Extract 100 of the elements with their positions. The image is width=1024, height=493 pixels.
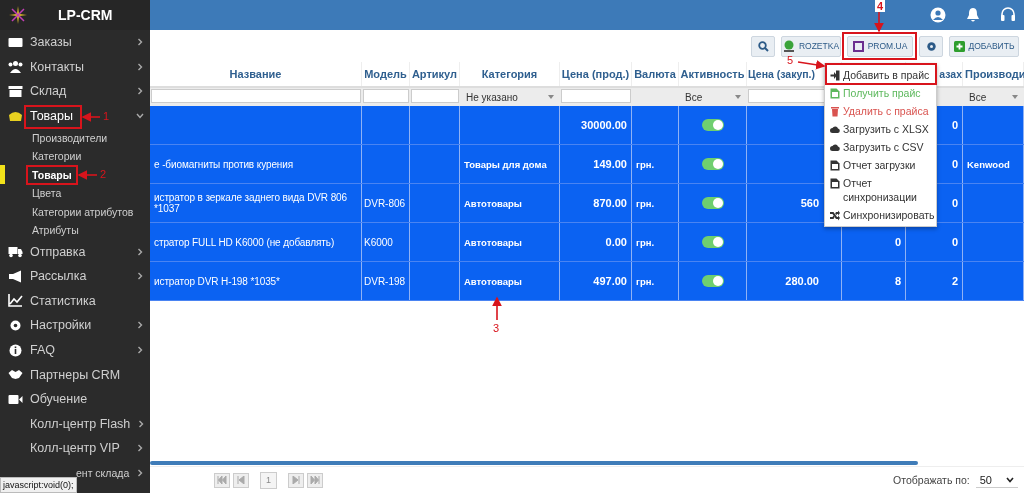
- filter-select[interactable]: Не указано: [461, 89, 559, 105]
- page-size-select[interactable]: 50: [975, 472, 1018, 488]
- submenu-item[interactable]: Категории: [0, 146, 84, 166]
- step-back-icon: [237, 476, 245, 484]
- skip-forward-icon: [310, 476, 320, 484]
- skip-back-icon: [217, 476, 227, 484]
- filter-input[interactable]: [363, 89, 409, 103]
- brand-name: LP-CRM: [58, 7, 113, 23]
- submenu-item[interactable]: Товары: [0, 165, 74, 184]
- ball-logo-icon: [782, 40, 795, 52]
- sidebar-item[interactable]: Обучение: [30, 392, 88, 407]
- table-cell: 870.00: [593, 197, 627, 209]
- archive-box-icon: [8, 85, 23, 98]
- toggle-switch[interactable]: [701, 197, 724, 209]
- submenu-item[interactable]: Цвета: [0, 183, 64, 203]
- sidebar-item[interactable]: Статистика: [30, 293, 96, 308]
- table-cell: грн.: [636, 158, 655, 170]
- menu-item[interactable]: Добавить в прайс: [825, 66, 936, 84]
- square-logo-icon: [852, 40, 864, 52]
- table-cell: DVR-198: [364, 275, 406, 287]
- search-button[interactable]: [751, 35, 775, 57]
- arrow: [492, 296, 502, 321]
- settings-icon: [8, 318, 23, 332]
- menu-item[interactable]: Загрузить с XLSX: [825, 120, 936, 138]
- table-row[interactable]: стратор FULL HD K6000 (не добавлять) K6000 Автотовары 0.00 грн. 0 0: [150, 223, 1024, 262]
- column-header[interactable]: Модель: [364, 68, 407, 80]
- column-header[interactable]: Название: [229, 68, 282, 80]
- sidebar-item[interactable]: Партнеры CRM: [30, 367, 121, 382]
- annotation-number: 1: [103, 110, 110, 122]
- bell-icon[interactable]: [966, 7, 980, 23]
- annotation-number: 4: [875, 0, 886, 12]
- next-page-button[interactable]: [288, 472, 304, 488]
- table-cell: 30000.00: [581, 119, 627, 131]
- column-header[interactable]: Цена (закуп.): [748, 68, 815, 80]
- banknote-icon: [8, 35, 23, 49]
- status-tooltip: javascript:void(0);: [0, 477, 77, 493]
- filter-input[interactable]: [411, 89, 459, 103]
- table-cell: 0: [951, 119, 958, 131]
- table-cell: K6000: [364, 236, 393, 248]
- horizontal-scrollbar[interactable]: [150, 461, 918, 465]
- sidebar-item[interactable]: Заказы: [30, 35, 72, 50]
- last-page-button[interactable]: [307, 472, 323, 488]
- table-row[interactable]: истратор DVR H-198 *1035* DVR-198 Автотовары 497.00 грн. 280.00 8 2: [150, 262, 1024, 301]
- toggle-switch[interactable]: [701, 236, 724, 248]
- sidebar-item[interactable]: Товары: [30, 109, 73, 124]
- sidebar-item[interactable]: Рассылка: [30, 269, 87, 284]
- table-cell: Товары для дома: [464, 158, 547, 170]
- submenu-item[interactable]: Атрибуты: [0, 220, 81, 240]
- table-cell-text: истратор в зеркале заднего вида DVR 806 *1037: [154, 192, 349, 214]
- sidebar-item[interactable]: Настройки: [30, 318, 92, 333]
- column-header[interactable]: Валюта: [634, 68, 676, 80]
- table-cell: 0: [951, 236, 958, 248]
- menu-item[interactable]: Синхронизировать: [825, 206, 936, 224]
- settings-button[interactable]: [919, 35, 943, 57]
- column-header[interactable]: Артикул: [411, 68, 458, 80]
- sidebar-item[interactable]: FAQ: [30, 343, 55, 358]
- user-icon[interactable]: [930, 7, 946, 23]
- sidebar-item[interactable]: Контакты: [30, 59, 84, 74]
- arrow: [874, 11, 884, 33]
- plus-square-icon: [953, 40, 965, 52]
- marketplace-button[interactable]: PROM.UA: [847, 35, 913, 57]
- sidebar-item[interactable]: Склад: [30, 84, 67, 99]
- marketplace-button[interactable]: ROZETKA: [781, 35, 841, 57]
- table-cell: 0.00: [605, 236, 627, 248]
- filter-input[interactable]: [151, 89, 361, 103]
- column-header[interactable]: Цена (прод.): [561, 68, 630, 80]
- sidebar-item[interactable]: ент склада: [76, 467, 130, 479]
- toggle-switch[interactable]: [701, 158, 724, 170]
- table-cell: Kenwood: [967, 158, 1010, 170]
- column-header[interactable]: Производи: [965, 68, 1024, 80]
- column-header[interactable]: Активность: [680, 68, 745, 80]
- add-button[interactable]: ДОБАВИТЬ: [949, 35, 1019, 57]
- table-cell: 497.00: [593, 275, 627, 287]
- filter-input[interactable]: [561, 89, 631, 103]
- headset-icon[interactable]: [1000, 7, 1016, 23]
- column-header[interactable]: Категория: [481, 68, 538, 80]
- table-cell: Автотовары: [464, 236, 522, 248]
- users-icon: [8, 60, 23, 74]
- highlight-box: [26, 165, 78, 185]
- filter-select[interactable]: Все: [964, 89, 1023, 105]
- annotation-number: 5: [787, 54, 794, 66]
- column-header[interactable]: азах: [939, 68, 962, 80]
- toggle-switch[interactable]: [701, 275, 724, 287]
- line-chart-icon: [8, 294, 23, 308]
- filter-select[interactable]: Все: [680, 89, 746, 105]
- table-cell: Автотовары: [464, 197, 522, 209]
- previous-page-button[interactable]: [233, 472, 249, 488]
- sidebar-item[interactable]: Колл-центр Flash: [30, 416, 131, 431]
- table-cell: грн.: [636, 236, 655, 248]
- table-cell: Автотовары: [464, 275, 522, 287]
- first-page-button[interactable]: [214, 472, 230, 488]
- submenu-item[interactable]: Производители: [0, 128, 110, 147]
- info-icon: [8, 343, 23, 357]
- submenu-item[interactable]: Категории атрибутов: [0, 202, 136, 221]
- table-cell: е -биомагниты против курения: [154, 158, 294, 170]
- truck-icon: [8, 245, 23, 259]
- toggle-switch[interactable]: [701, 119, 724, 131]
- sidebar-item[interactable]: Отправка: [30, 244, 86, 259]
- sidebar-item[interactable]: Колл-центр VIP: [30, 441, 120, 456]
- menu-item[interactable]: Отчет загрузки: [825, 156, 936, 174]
